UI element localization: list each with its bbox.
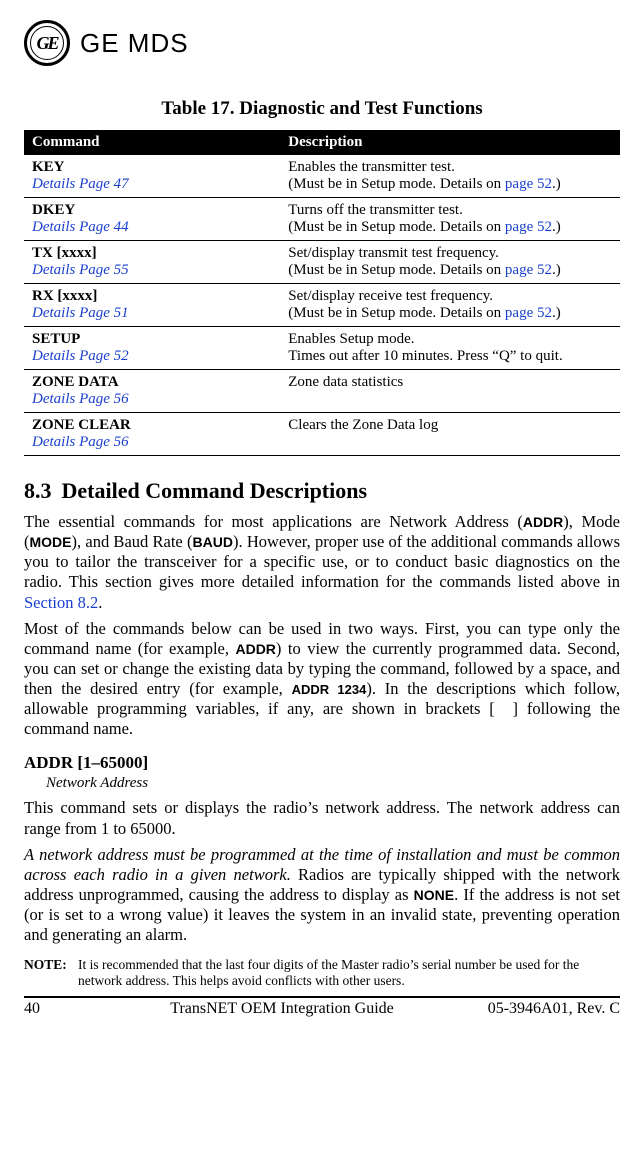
body-paragraph: A network address must be programmed at …	[24, 845, 620, 946]
desc-line: Clears the Zone Data log	[288, 417, 438, 433]
details-link[interactable]: Details Page 51	[32, 305, 129, 321]
footer-revision: 05-3946A01, Rev. C	[440, 1000, 620, 1018]
desc-line: Set/display receive test frequency.	[288, 288, 493, 304]
page-link[interactable]: page 52	[505, 219, 552, 235]
table-row: SETUP Details Page 52 Enables Setup mode…	[24, 327, 620, 370]
note-text: It is recommended that the last four dig…	[78, 957, 620, 989]
cmd-name: KEY	[32, 159, 65, 175]
page-link[interactable]: page 52	[505, 305, 552, 321]
table-row: RX [xxxx] Details Page 51 Set/display re…	[24, 284, 620, 327]
desc-line: (Must be in Setup mode. Details on page …	[288, 176, 560, 192]
note: NOTE: It is recommended that the last fo…	[24, 957, 620, 989]
table-row: TX [xxxx] Details Page 55 Set/display tr…	[24, 241, 620, 284]
footer-title: TransNET OEM Integration Guide	[64, 1000, 440, 1018]
brand-header: GE GE MDS	[24, 20, 620, 66]
cmd-name: ZONE DATA	[32, 374, 119, 390]
desc-line: (Must be in Setup mode. Details on page …	[288, 305, 560, 321]
section-link[interactable]: Section 8.2	[24, 593, 98, 612]
body-paragraph: Most of the commands below can be used i…	[24, 619, 620, 740]
cmd-name: RX [xxxx]	[32, 288, 97, 304]
table-title: Table 17. Diagnostic and Test Functions	[24, 98, 620, 120]
page-link[interactable]: page 52	[505, 262, 552, 278]
details-link[interactable]: Details Page 56	[32, 391, 129, 407]
page-number: 40	[24, 1000, 64, 1018]
desc-line: Enables Setup mode.	[288, 331, 414, 347]
body-paragraph: The essential commands for most applicat…	[24, 512, 620, 613]
page-footer: 40 TransNET OEM Integration Guide 05-394…	[24, 996, 620, 1018]
cmd-name: ZONE CLEAR	[32, 417, 131, 433]
section-number: 8.3	[24, 478, 52, 503]
details-link[interactable]: Details Page 56	[32, 434, 129, 450]
cmd-name: TX [xxxx]	[32, 245, 97, 261]
command-heading: ADDR [1–65000]	[24, 753, 620, 773]
table-row: ZONE CLEAR Details Page 56 Clears the Zo…	[24, 413, 620, 456]
details-link[interactable]: Details Page 47	[32, 176, 129, 192]
table-row: ZONE DATA Details Page 56 Zone data stat…	[24, 370, 620, 413]
desc-line: Enables the transmitter test.	[288, 159, 455, 175]
desc-line: (Must be in Setup mode. Details on page …	[288, 219, 560, 235]
desc-line: Set/display transmit test frequency.	[288, 245, 499, 261]
details-link[interactable]: Details Page 44	[32, 219, 129, 235]
page-link[interactable]: page 52	[505, 176, 552, 192]
ge-logo-icon: GE	[24, 20, 70, 66]
table-header-description: Description	[280, 130, 620, 155]
details-link[interactable]: Details Page 55	[32, 262, 129, 278]
desc-line: Turns off the transmitter test.	[288, 202, 463, 218]
table-row: KEY Details Page 47 Enables the transmit…	[24, 155, 620, 198]
note-label: NOTE:	[24, 957, 78, 989]
desc-line: Times out after 10 minutes. Press “Q” to…	[288, 348, 562, 364]
brand-name: GE MDS	[80, 28, 189, 59]
body-paragraph: This command sets or displays the radio’…	[24, 798, 620, 838]
desc-line: (Must be in Setup mode. Details on page …	[288, 262, 560, 278]
details-link[interactable]: Details Page 52	[32, 348, 129, 364]
section-title: Detailed Command Descriptions	[62, 478, 368, 503]
cmd-name: DKEY	[32, 202, 75, 218]
table-header-command: Command	[24, 130, 280, 155]
diagnostic-table: Command Description KEY Details Page 47 …	[24, 130, 620, 456]
table-row: DKEY Details Page 44 Turns off the trans…	[24, 198, 620, 241]
section-heading: 8.3 Detailed Command Descriptions	[24, 478, 620, 504]
desc-line: Zone data statistics	[288, 374, 403, 390]
cmd-name: SETUP	[32, 331, 80, 347]
command-subtitle: Network Address	[46, 775, 620, 792]
